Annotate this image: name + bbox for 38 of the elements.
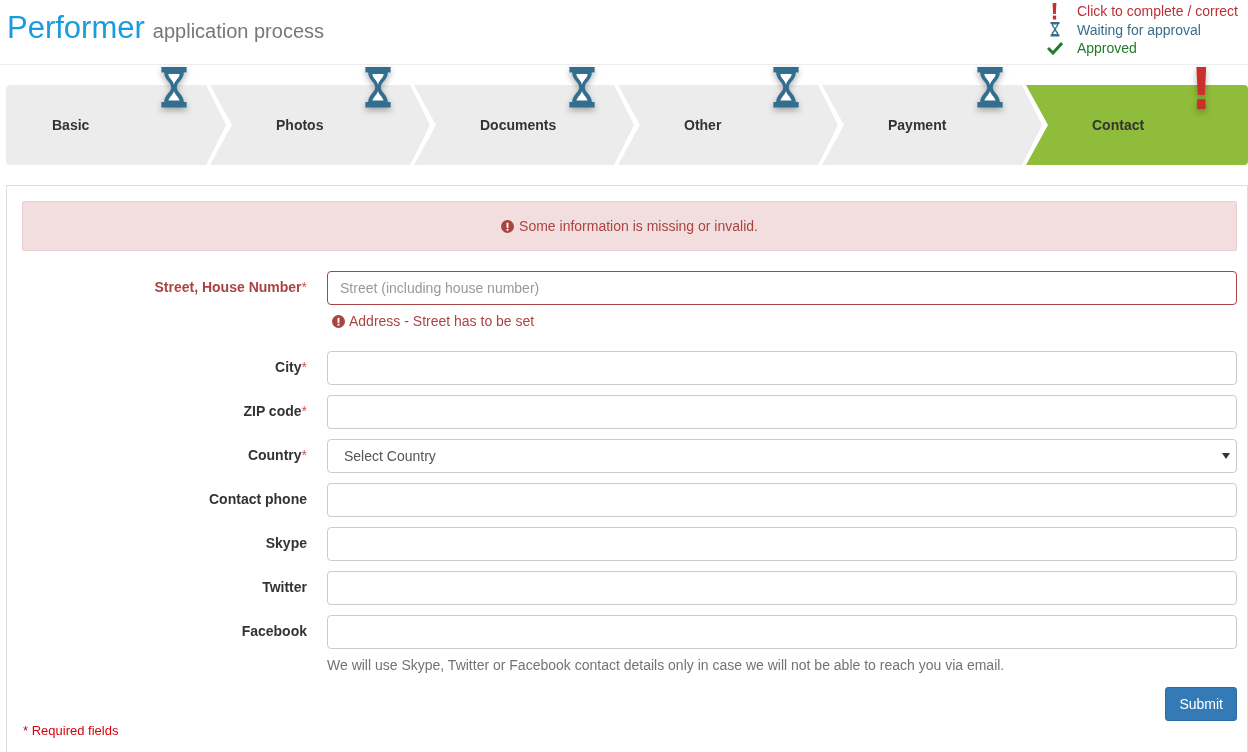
hourglass-icon bbox=[772, 67, 800, 108]
error-icon bbox=[332, 314, 345, 328]
hourglass-icon bbox=[568, 67, 596, 108]
page-subtitle: application process bbox=[152, 20, 325, 43]
exclamation-icon bbox=[1195, 67, 1208, 109]
step-tab[interactable]: Basic bbox=[6, 85, 228, 165]
page-title: Performer bbox=[7, 10, 145, 46]
field-label: Street, House Number* bbox=[153, 278, 307, 297]
submit-button[interactable]: Submit bbox=[1165, 687, 1237, 721]
field-label: Twitter bbox=[261, 578, 307, 597]
field-label: ZIP code* bbox=[242, 402, 307, 421]
hourglass-icon bbox=[364, 67, 392, 108]
checkmark-icon bbox=[1046, 40, 1063, 55]
legend-label: Approved bbox=[1076, 39, 1137, 56]
input-field[interactable]: Street (including house number) bbox=[327, 271, 1237, 305]
field-label: Skype bbox=[264, 534, 307, 553]
step-tab[interactable]: Documents bbox=[414, 85, 636, 165]
caret-icon bbox=[1222, 453, 1230, 459]
help-text: We will use Skype, Twitter or Facebook contact details only in case we will not be able to reach you via email. bbox=[327, 657, 1006, 673]
field-label: Country* bbox=[246, 446, 307, 465]
step-tab[interactable]: Contact bbox=[1026, 85, 1248, 165]
hourglass-icon bbox=[1049, 22, 1060, 37]
hourglass-icon bbox=[976, 67, 1004, 108]
step-tab[interactable]: Payment bbox=[822, 85, 1044, 165]
field-label: Contact phone bbox=[208, 490, 307, 509]
error-icon bbox=[501, 219, 515, 233]
hourglass-icon bbox=[160, 67, 188, 108]
field-error: Address - Street has to be set bbox=[349, 313, 535, 329]
country-select[interactable]: Select Country bbox=[327, 439, 1237, 473]
field-label: Facebook bbox=[240, 622, 307, 641]
exclamation-icon bbox=[1052, 3, 1058, 20]
alert-message: Some information is missing or invalid. bbox=[519, 218, 758, 234]
legend-label: Waiting for approval bbox=[1076, 21, 1201, 38]
step-tab[interactable]: Other bbox=[618, 85, 840, 165]
step-tab[interactable]: Photos bbox=[210, 85, 432, 165]
required-note: * Required fields bbox=[23, 723, 119, 738]
field-label: City* bbox=[274, 358, 307, 377]
legend-label: Click to complete / correct bbox=[1076, 3, 1238, 20]
